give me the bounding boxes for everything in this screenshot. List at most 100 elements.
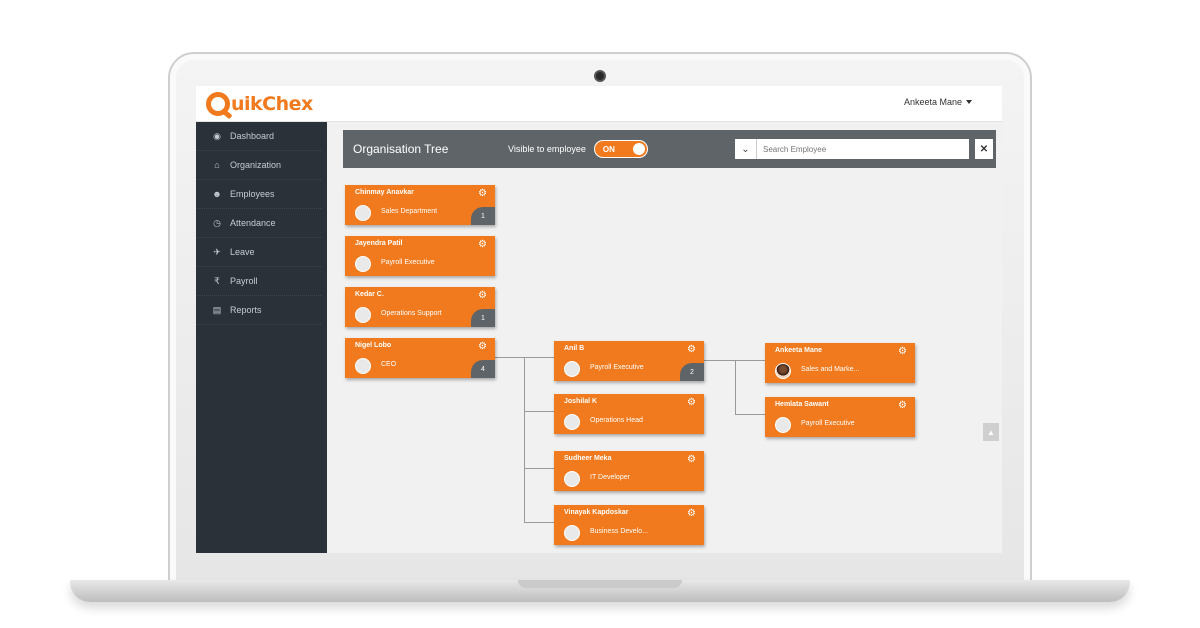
employee-name: Joshilal K <box>564 398 598 405</box>
avatar <box>355 256 371 272</box>
sidebar-item-label: Reports <box>230 305 262 315</box>
clock-icon: ◷ <box>213 217 221 228</box>
search-input[interactable] <box>757 144 947 154</box>
sidebar: ◉ Dashboard ⌂ Organization ☻ Employees ◷… <box>196 122 327 553</box>
gear-icon[interactable]: ⚙ <box>478 341 487 352</box>
employee-card[interactable]: Anil B ⚙ Payroll Executive 2 <box>554 341 704 381</box>
employee-card[interactable]: Ankeeta Mane ⚙ Sales and Marke... <box>765 343 915 383</box>
employee-name: Vinayak Kapdoskar <box>564 509 629 516</box>
employee-role: Operations Support <box>381 310 442 317</box>
users-icon: ☻ <box>212 189 222 199</box>
scroll-to-top-button[interactable]: ▲ <box>983 423 999 441</box>
sidebar-item-employees[interactable]: ☻ Employees <box>196 180 321 209</box>
visible-label: Visible to employee <box>508 144 586 154</box>
sidebar-item-dashboard[interactable]: ◉ Dashboard <box>196 122 321 151</box>
sidebar-item-reports[interactable]: ▤ Reports <box>196 296 321 325</box>
employee-card[interactable]: Sudheer Meka ⚙ IT Developer <box>554 451 704 491</box>
user-menu[interactable]: Ankeeta Mane <box>904 97 972 107</box>
gear-icon[interactable]: ⚙ <box>687 344 696 355</box>
sidebar-item-payroll[interactable]: ₹ Payroll <box>196 267 321 296</box>
sidebar-item-attendance[interactable]: ◷ Attendance <box>196 209 321 238</box>
employee-role: Payroll Executive <box>801 420 855 427</box>
chevron-down-icon[interactable]: ⌄ <box>735 139 757 159</box>
gear-icon[interactable]: ⚙ <box>478 188 487 199</box>
connector-line <box>524 357 525 523</box>
avatar <box>355 358 371 374</box>
employee-card[interactable]: Jayendra Patil ⚙ Payroll Executive <box>345 236 495 276</box>
rupee-icon: ₹ <box>214 275 220 286</box>
connector-line <box>524 522 554 523</box>
employee-card[interactable]: Hemlata Sawant ⚙ Payroll Executive <box>765 397 915 437</box>
camera-icon <box>594 70 606 82</box>
employee-card[interactable]: Joshilal K ⚙ Operations Head <box>554 394 704 434</box>
avatar <box>775 417 791 433</box>
sidebar-item-leave[interactable]: ✈ Leave <box>196 238 321 267</box>
logo-q-icon <box>206 92 230 116</box>
user-name: Ankeeta Mane <box>903 97 962 107</box>
bank-icon: ⌂ <box>214 160 220 170</box>
employee-card[interactable]: Vinayak Kapdoskar ⚙ Business Develo... <box>554 505 704 545</box>
laptop-notch <box>518 580 682 588</box>
connector-line <box>735 414 765 415</box>
toggle-label: ON <box>602 144 615 154</box>
plane-icon: ✈ <box>213 246 221 257</box>
avatar <box>775 363 791 379</box>
avatar <box>355 205 371 221</box>
sidebar-item-label: Leave <box>230 247 255 257</box>
employee-role: Payroll Executive <box>590 364 644 371</box>
avatar <box>564 414 580 430</box>
connector-line <box>524 468 554 469</box>
employee-name: Jayendra Patil <box>355 240 403 247</box>
connector-line <box>703 360 765 361</box>
gear-icon[interactable]: ⚙ <box>687 508 696 519</box>
connector-line <box>524 411 554 412</box>
sidebar-item-label: Employees <box>230 189 275 199</box>
employee-name: Nigel Lobo <box>355 342 392 349</box>
reports-count-badge[interactable]: 2 <box>680 363 704 381</box>
employee-name: Hemlata Sawant <box>775 401 829 408</box>
employee-name: Kedar C. <box>355 291 384 298</box>
sidebar-item-label: Attendance <box>230 218 276 228</box>
employee-name: Sudheer Meka <box>564 455 612 462</box>
top-bar: uikChex Ankeeta Mane <box>196 86 1002 122</box>
reports-count-badge[interactable]: 1 <box>471 309 495 327</box>
employee-role: Business Develo... <box>590 528 648 535</box>
connector-line <box>735 360 736 414</box>
sidebar-item-label: Payroll <box>230 276 258 286</box>
employee-role: IT Developer <box>590 474 630 481</box>
bar-chart-icon: ▤ <box>212 304 222 315</box>
employee-name: Chinmay Anavkar <box>355 189 414 196</box>
quikchex-logo[interactable]: uikChex <box>206 90 313 118</box>
avatar <box>564 361 580 377</box>
gear-icon[interactable]: ⚙ <box>478 290 487 301</box>
org-tree-header: Organisation Tree Visible to employee ON… <box>343 130 996 168</box>
sidebar-item-label: Organization <box>230 160 282 170</box>
gear-icon[interactable]: ⚙ <box>898 346 907 357</box>
sidebar-item-organization[interactable]: ⌂ Organization <box>196 151 321 180</box>
employee-role: Sales Department <box>381 208 438 215</box>
reports-count-badge[interactable]: 4 <box>471 360 495 378</box>
reports-count-badge[interactable]: 1 <box>471 207 495 225</box>
dashboard-icon: ◉ <box>213 130 221 141</box>
employee-name: Anil B <box>564 345 585 352</box>
gear-icon[interactable]: ⚙ <box>687 397 696 408</box>
employee-role: Operations Head <box>590 417 643 424</box>
employee-card[interactable]: Kedar C. ⚙ Operations Support 1 <box>345 287 495 327</box>
visible-toggle[interactable]: ON <box>593 140 648 158</box>
employee-role: Payroll Executive <box>381 259 435 266</box>
gear-icon[interactable]: ⚙ <box>898 400 907 411</box>
logo-text: uikChex <box>231 93 313 115</box>
toggle-knob <box>632 143 645 155</box>
avatar <box>355 307 371 323</box>
employee-name: Ankeeta Mane <box>775 347 823 354</box>
sidebar-item-label: Dashboard <box>230 131 275 141</box>
employee-card[interactable]: Chinmay Anavkar ⚙ Sales Department 1 <box>345 185 495 225</box>
close-icon[interactable]: ✕ <box>975 139 993 159</box>
gear-icon[interactable]: ⚙ <box>687 454 696 465</box>
employee-card[interactable]: Nigel Lobo ⚙ CEO 4 <box>345 338 495 378</box>
avatar <box>564 471 580 487</box>
search-box: ⌄ <box>735 139 969 159</box>
employee-role: CEO <box>381 361 397 368</box>
avatar <box>564 525 580 541</box>
gear-icon[interactable]: ⚙ <box>478 239 487 250</box>
